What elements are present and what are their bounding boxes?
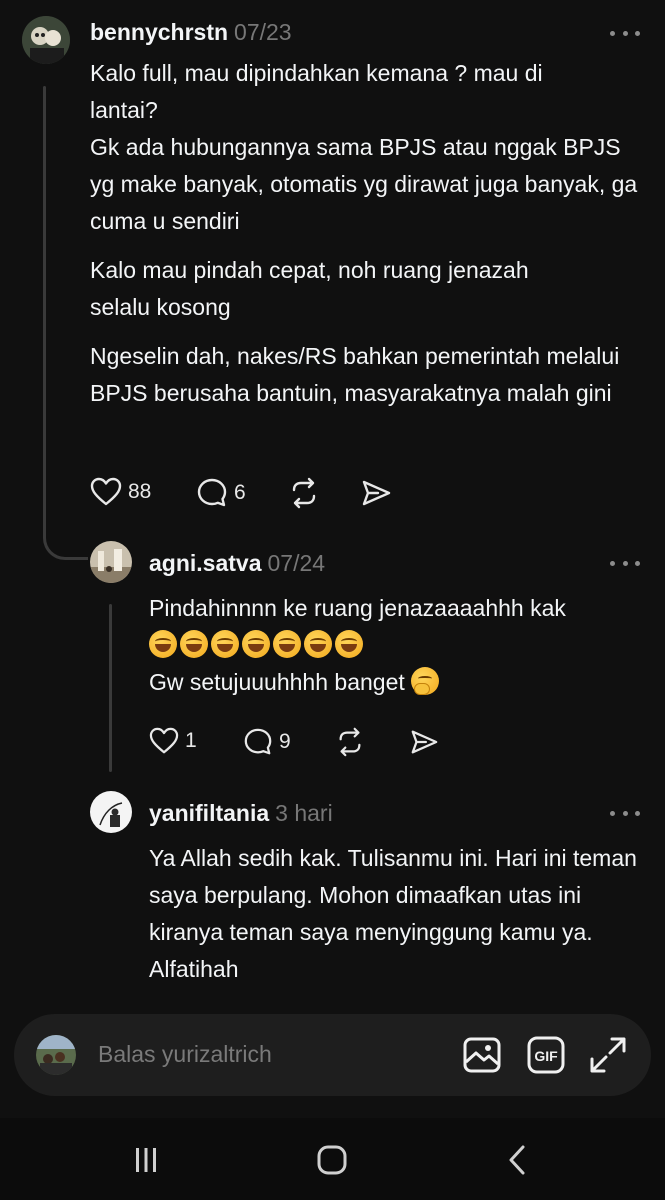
reply-count: 6 [234,481,246,504]
username[interactable]: bennychrstn [90,19,228,45]
more-icon[interactable] [610,558,640,568]
avatar[interactable] [90,791,132,833]
thread-line [109,604,112,772]
laughing-emoji-icon [149,630,177,658]
post-body: Ya Allah sedih kak. Tulisanmu ini. Hari … [149,840,639,1000]
recents-button[interactable] [126,1142,166,1178]
repost-icon [292,477,316,509]
home-button[interactable] [312,1142,352,1178]
repost-button[interactable] [335,727,365,757]
post-text: Gw setujuuuhhhh banget [149,669,405,695]
post-body: Kalo full, mau dipindahkan kemana ? mau … [90,55,645,424]
repost-button[interactable] [288,477,320,509]
heart-icon [149,727,179,754]
comment-icon [244,728,272,755]
back-icon [509,1145,525,1175]
share-button[interactable] [409,727,439,757]
gif-button[interactable]: GIF [526,1035,566,1075]
avatar[interactable] [22,16,70,64]
post-paragraph: Kalo mau pindah cepat, noh ruang jenazah… [90,257,529,320]
gif-label: GIF [534,1048,558,1064]
post-actions: 88 6 [90,477,410,511]
like-count: 1 [185,729,197,752]
like-button[interactable]: 88 [90,477,151,507]
expand-button[interactable] [588,1035,628,1075]
avatar [36,1035,76,1075]
system-nav-bar [0,1118,665,1200]
recents-icon [136,1148,156,1172]
image-button[interactable] [462,1035,502,1075]
post-header: bennychrstn 07/23 [90,19,292,46]
share-icon [411,730,438,754]
laughing-emoji-icon [304,630,332,658]
post-paragraph: Ya Allah sedih kak. Tulisanmu ini. Hari … [149,845,637,982]
post-body: Pindahinnnn ke ruang jenazaaaahhh kak Gw… [149,590,649,701]
laughing-emoji-icon [242,630,270,658]
post-header: yanifiltania 3 hari [149,800,333,827]
post-paragraph: Ngeselin dah, nakes/RS bahkan pemerintah… [90,343,620,406]
post-line: Gw setujuuuhhhh banget [149,664,649,701]
more-icon[interactable] [610,28,640,38]
username[interactable]: agni.satva [149,550,262,576]
reply-composer[interactable]: Balas yurizaltrich GIF [14,1014,651,1096]
laughing-emoji-icon [180,630,208,658]
back-button[interactable] [498,1142,538,1178]
comment-button[interactable]: 6 [196,477,246,509]
gif-icon: GIF [527,1036,565,1074]
post-paragraph: Kalo full, mau dipindahkan kemana ? mau … [90,60,543,123]
avatar[interactable] [90,541,132,583]
more-icon[interactable] [610,808,640,818]
image-icon [463,1037,501,1073]
comment-icon [197,478,227,507]
share-icon [362,480,391,506]
username[interactable]: yanifiltania [149,800,269,826]
post-line: Pindahinnnn ke ruang jenazaaaahhh kak [149,595,566,621]
heart-icon [90,477,122,506]
post-actions: 1 9 [149,727,449,761]
emoji-row [149,627,649,664]
comment-button[interactable]: 9 [243,727,291,757]
like-count: 88 [128,480,152,503]
post-header: agni.satva 07/24 [149,550,325,577]
laughing-emoji-icon [211,630,239,658]
reply-count: 9 [279,730,291,753]
home-icon [317,1145,347,1175]
thread-line [43,86,46,516]
post-paragraph: Gk ada hubungannya sama BPJS atau nggak … [90,134,638,234]
timestamp: 3 hari [275,800,333,826]
timestamp: 07/23 [234,19,292,45]
laughing-emoji-icon [335,630,363,658]
thread-connector [43,505,88,560]
expand-icon [590,1037,626,1073]
share-button[interactable] [360,477,392,509]
repost-icon [339,727,361,757]
reply-input[interactable]: Balas yurizaltrich [98,1041,272,1068]
thread-feed: bennychrstn 07/23 Kalo full, mau dipindah… [0,0,665,1010]
timestamp: 07/24 [267,550,326,576]
laughing-emoji-icon [273,630,301,658]
shy-emoji-icon [411,667,440,695]
like-button[interactable]: 1 [149,727,197,755]
